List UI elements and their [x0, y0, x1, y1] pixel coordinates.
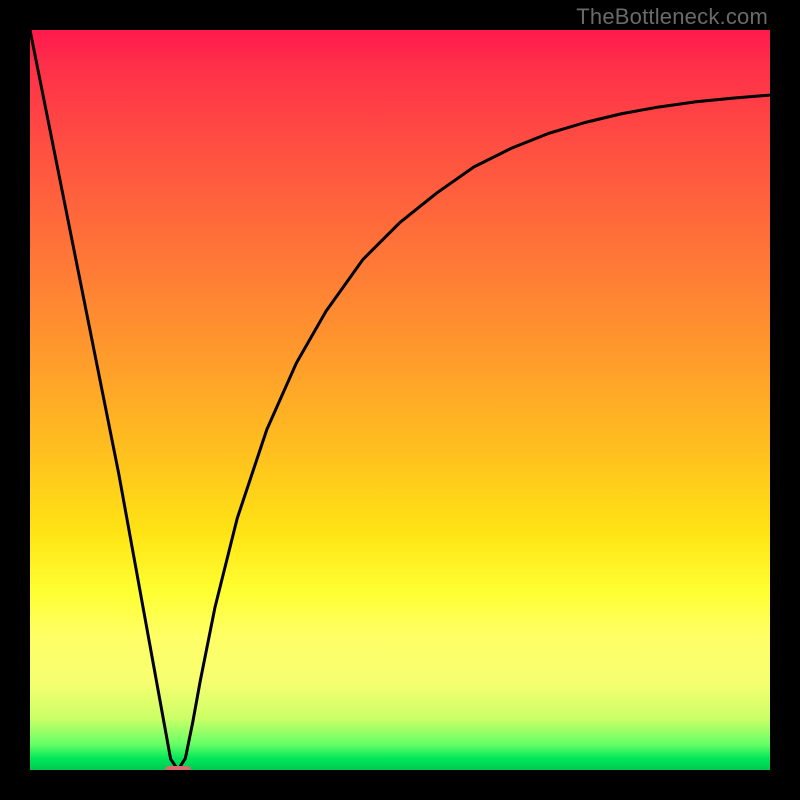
chart-frame: TheBottleneck.com: [0, 0, 800, 800]
watermark-text: TheBottleneck.com: [576, 4, 768, 30]
optimum-marker: [165, 766, 192, 770]
plot-area: [30, 30, 770, 770]
curve-svg: [30, 30, 770, 770]
bottleneck-curve: [30, 30, 770, 770]
